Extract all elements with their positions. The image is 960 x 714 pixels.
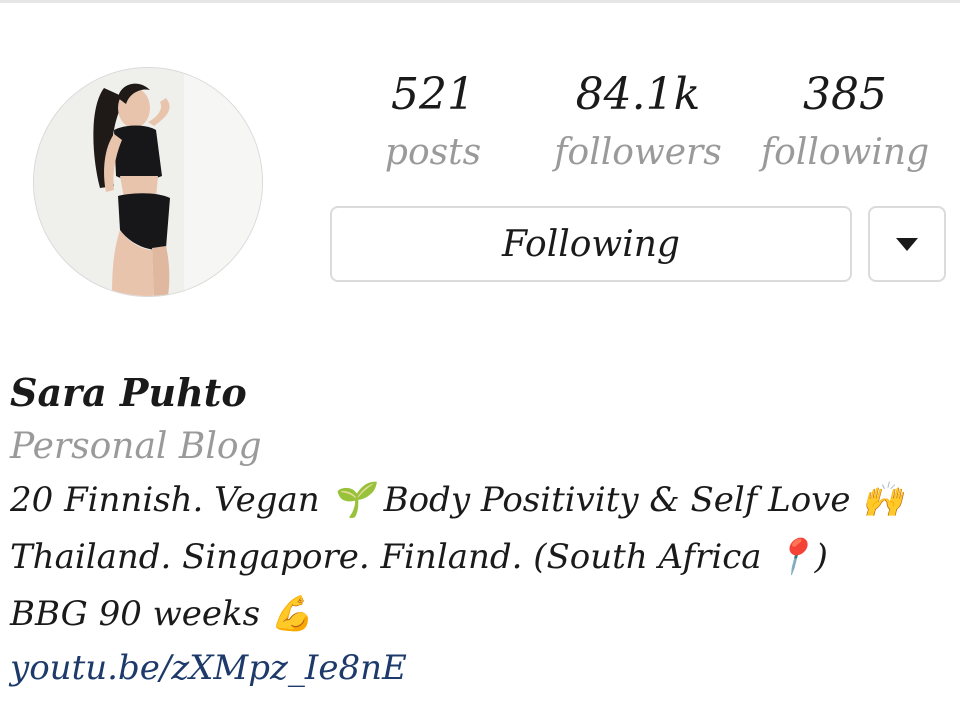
following-label[interactable]: following xyxy=(755,132,935,174)
profile-avatar[interactable] xyxy=(33,67,263,297)
following-button[interactable]: Following xyxy=(330,206,852,282)
bio-line: 20 Finnish. Vegan 🌱 Body Positivity & Se… xyxy=(10,480,904,520)
top-divider xyxy=(0,0,960,3)
suggestions-dropdown-button[interactable] xyxy=(868,206,946,282)
avatar-photo xyxy=(34,68,262,296)
posts-stat: 521 posts xyxy=(370,70,496,174)
followers-stat[interactable]: 84.1k followers xyxy=(545,70,731,174)
profile-link[interactable]: youtu.be/zXMpz_Ie8nE xyxy=(10,648,407,688)
following-count[interactable]: 385 xyxy=(755,70,935,120)
followers-label[interactable]: followers xyxy=(545,132,731,174)
bio-line: Thailand. Singapore. Finland. (South Afr… xyxy=(10,537,828,577)
following-stat[interactable]: 385 following xyxy=(755,70,935,174)
posts-count: 521 xyxy=(391,69,475,120)
bio-line: BBG 90 weeks 💪 xyxy=(10,594,314,634)
profile-category: Personal Blog xyxy=(10,426,262,467)
followers-count[interactable]: 84.1k xyxy=(545,70,731,120)
posts-label: posts xyxy=(384,132,482,173)
profile-name: Sara Puhto xyxy=(10,370,247,415)
following-button-label: Following xyxy=(502,223,680,265)
caret-down-icon xyxy=(896,237,918,251)
